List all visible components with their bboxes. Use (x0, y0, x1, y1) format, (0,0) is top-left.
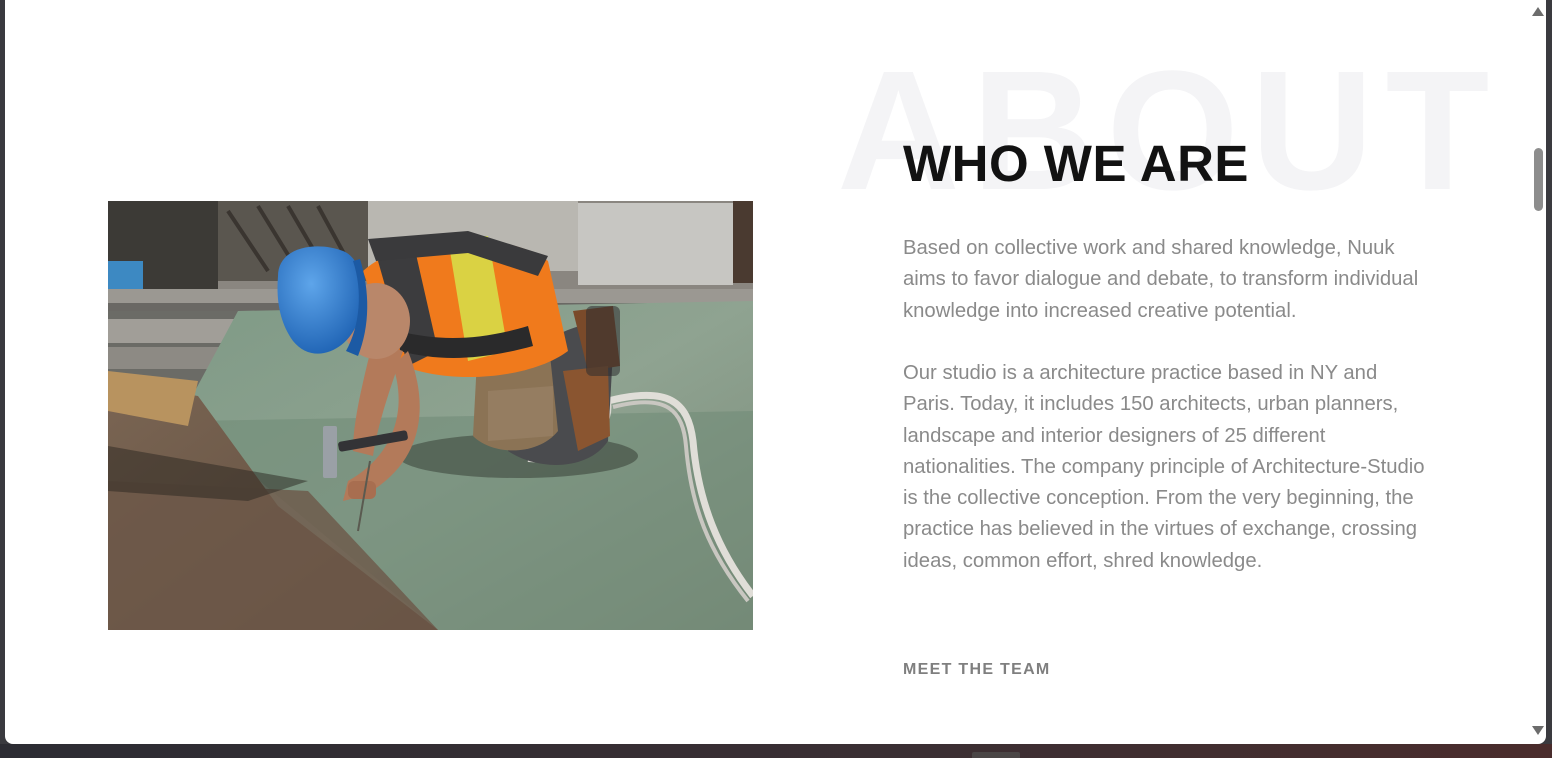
section-heading: WHO WE ARE (903, 135, 1249, 192)
browser-window: ABOUT WHO WE ARE Based on collective wor… (5, 0, 1546, 744)
taskbar-item-hint (972, 752, 1020, 758)
vertical-scrollbar[interactable] (1528, 0, 1546, 744)
meet-the-team-link[interactable]: MEET THE TEAM (903, 662, 1051, 678)
intro-paragraph: Based on collective work and shared know… (903, 237, 1419, 322)
construction-worker-photo (108, 201, 753, 630)
scrollbar-thumb[interactable] (1534, 148, 1543, 211)
studio-paragraph: Our studio is a architecture practice ba… (903, 362, 1425, 572)
scroll-up-arrow-icon[interactable] (1532, 7, 1544, 16)
scroll-down-arrow-icon[interactable] (1532, 726, 1544, 735)
desktop-background-strip (0, 744, 1552, 758)
